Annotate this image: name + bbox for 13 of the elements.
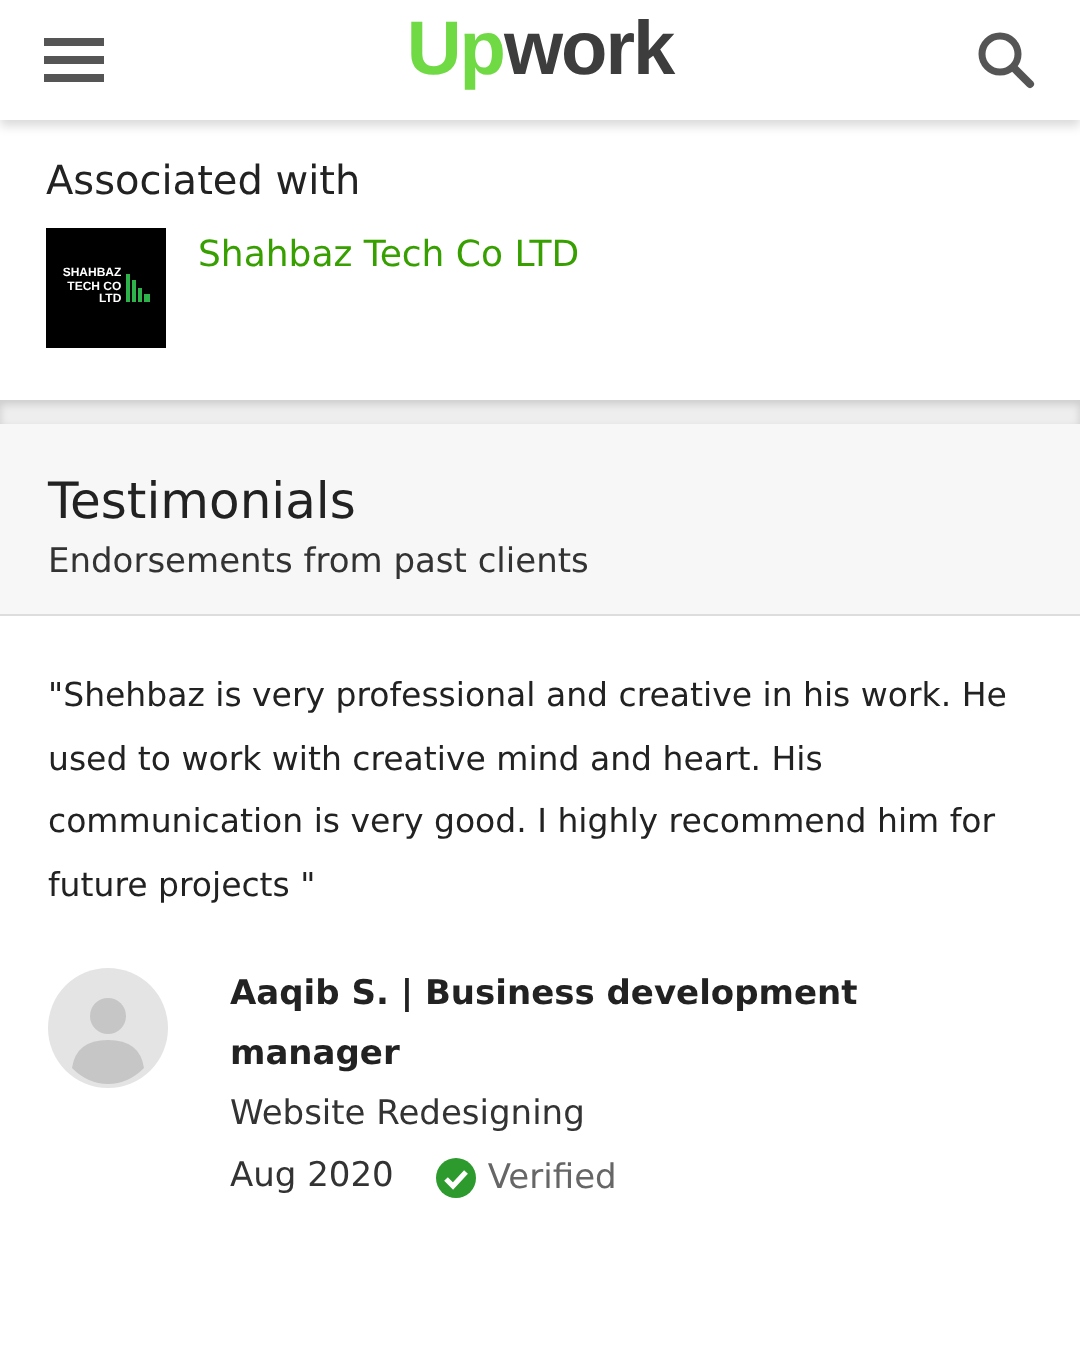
reviewer-name: Aaqib S. | Business development manager (230, 972, 860, 1078)
testimonial-quote: "Shehbaz is very professional and creative in his work. He used to work with creative mind and heart. His communication is very good. I highly recommend him for future projects " (48, 674, 1009, 907)
section-subtitle: Endorsements from past clients (48, 542, 591, 582)
project-title: Website Redesigning (230, 1092, 587, 1138)
bars-icon (125, 274, 150, 302)
upwork-logo[interactable]: Upwork (406, 12, 674, 88)
search-icon[interactable] (975, 30, 1036, 90)
avatar-icon (48, 968, 168, 1088)
section-title: Testimonials (48, 472, 358, 530)
verified-label: Verified (487, 1157, 617, 1197)
review-date: Aug 2020 (230, 1154, 394, 1200)
menu-icon[interactable] (44, 38, 104, 82)
section-heading: Associated with (46, 156, 363, 204)
